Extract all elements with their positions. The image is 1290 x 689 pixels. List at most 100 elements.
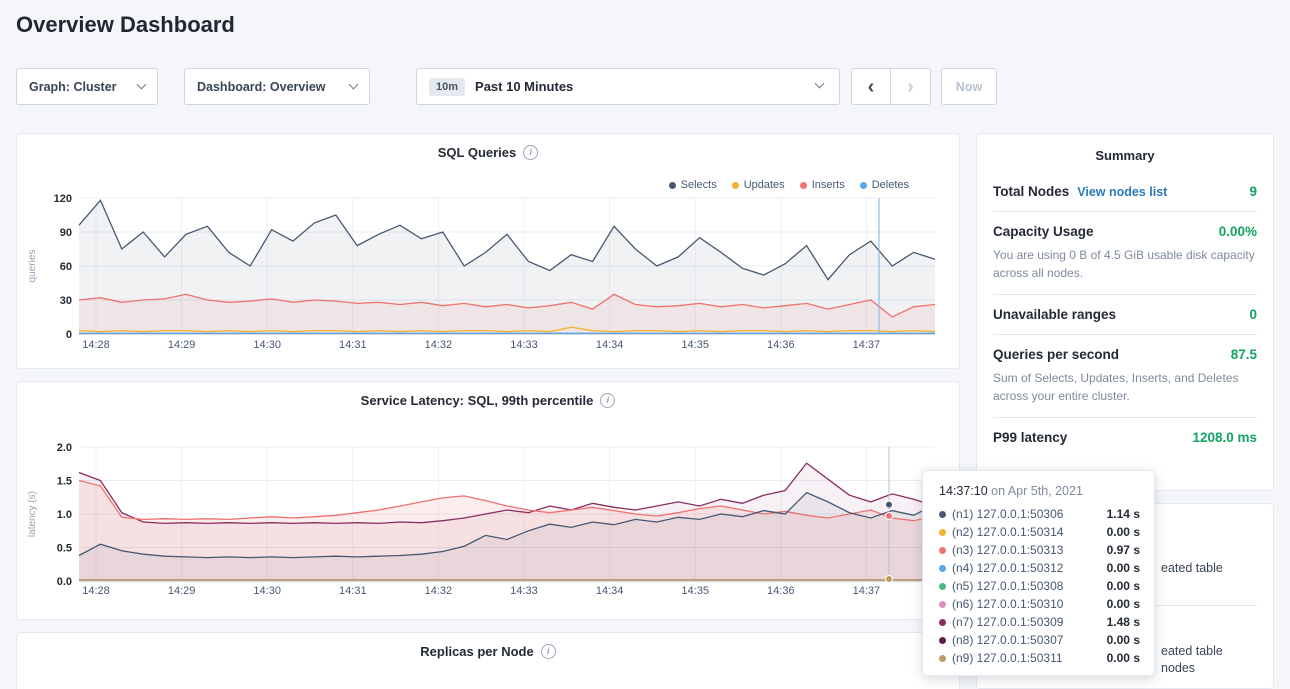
now-button[interactable]: Now (941, 68, 997, 105)
sql-queries-chart-card: SQL Queries i Selects Updates Inserts Delet… (16, 133, 960, 369)
tooltip-rows: (n1) 127.0.0.1:50306 1.14 s (n2) 127.0.0… (923, 505, 1154, 667)
legend-item-deletes[interactable]: Deletes (860, 179, 909, 191)
info-icon[interactable]: i (523, 145, 538, 160)
time-range-label: Past 10 Minutes (475, 79, 573, 94)
chart-title: Service Latency: SQL, 99th percentile (361, 393, 594, 408)
legend-item-inserts[interactable]: Inserts (800, 179, 845, 191)
tooltip-node-value: 0.00 s (1107, 561, 1140, 575)
svg-text:14:31: 14:31 (339, 585, 367, 597)
chevron-down-icon (815, 79, 825, 89)
graph-dropdown[interactable]: Graph: Cluster (16, 68, 158, 105)
tooltip-node-row: (n2) 127.0.0.1:50314 0.00 s (923, 523, 1154, 541)
time-next-button[interactable]: › (891, 68, 931, 105)
svg-text:14:33: 14:33 (510, 585, 538, 597)
service-latency-chart[interactable]: 14:2814:2914:3014:3114:3214:3314:3414:35… (17, 382, 961, 621)
tooltip-node-label: (n3) 127.0.0.1:50313 (952, 543, 1063, 557)
tooltip-node-label: (n4) 127.0.0.1:50312 (952, 561, 1063, 575)
tooltip-node-label: (n8) 127.0.0.1:50307 (952, 633, 1063, 647)
tooltip-node-label: (n7) 127.0.0.1:50309 (952, 615, 1063, 629)
tooltip-node-row: (n4) 127.0.0.1:50312 0.00 s (923, 559, 1154, 577)
overview-dashboard-page: Overview Dashboard Graph: Cluster Dashbo… (0, 0, 1290, 689)
svg-text:14:37: 14:37 (853, 585, 881, 597)
summary-desc: You are using 0 B of 4.5 GiB usable disk… (993, 246, 1257, 282)
svg-text:30: 30 (60, 295, 72, 307)
svg-text:14:36: 14:36 (767, 339, 795, 351)
legend-label: Deletes (872, 179, 909, 191)
time-pager: ‹ › (851, 68, 931, 105)
node-color-dot-icon (939, 529, 946, 536)
svg-text:0: 0 (66, 329, 72, 341)
legend-dot-icon (860, 182, 867, 189)
chevron-left-icon: ‹ (868, 76, 875, 98)
event-item-text: nodes (1161, 661, 1195, 675)
svg-text:0.5: 0.5 (57, 543, 72, 555)
svg-text:queries: queries (27, 250, 38, 283)
node-color-dot-icon (939, 511, 946, 518)
legend-dot-icon (732, 182, 739, 189)
summary-label: P99 latency (993, 430, 1067, 445)
summary-label: Capacity Usage (993, 224, 1094, 239)
summary-label: Unavailable ranges (993, 307, 1116, 322)
svg-text:60: 60 (60, 261, 72, 273)
dashboard-dropdown[interactable]: Dashboard: Overview (184, 68, 370, 105)
info-icon[interactable]: i (600, 393, 615, 408)
svg-text:14:28: 14:28 (82, 339, 110, 351)
legend-dot-icon (800, 182, 807, 189)
tooltip-node-value: 0.00 s (1107, 597, 1140, 611)
chart-title-row: SQL Queries i (17, 145, 959, 160)
summary-desc: Sum of Selects, Updates, Inserts, and De… (993, 369, 1257, 405)
tooltip-node-row: (n3) 127.0.0.1:50313 0.97 s (923, 541, 1154, 559)
legend-item-updates[interactable]: Updates (732, 179, 785, 191)
summary-row: Queries per second 87.5 Sum of Selects, … (993, 335, 1257, 418)
svg-text:120: 120 (54, 193, 72, 205)
chevron-right-icon: › (907, 76, 914, 98)
summary-panel: Summary Total Nodes View nodes list 9 Ca… (976, 133, 1274, 491)
tooltip-node-value: 0.00 s (1107, 651, 1140, 665)
chart-hover-tooltip: 14:37:10 on Apr 5th, 2021 (n1) 127.0.0.1… (922, 470, 1155, 676)
tooltip-node-row: (n9) 127.0.0.1:50311 0.00 s (923, 649, 1154, 667)
view-nodes-link[interactable]: View nodes list (1077, 185, 1167, 199)
tooltip-date: on Apr 5th, 2021 (991, 484, 1083, 498)
node-color-dot-icon (939, 637, 946, 644)
tooltip-node-row: (n8) 127.0.0.1:50307 0.00 s (923, 631, 1154, 649)
sql-queries-chart[interactable]: 14:2814:2914:3014:3114:3214:3314:3414:35… (17, 134, 961, 370)
tooltip-node-label: (n1) 127.0.0.1:50306 (952, 507, 1063, 521)
svg-text:14:37: 14:37 (853, 339, 881, 351)
replicas-chart-card: Replicas per Node i (16, 632, 960, 689)
event-item-text: eated table (1161, 561, 1223, 575)
chart-title-row: Service Latency: SQL, 99th percentile i (17, 393, 959, 408)
time-prev-button[interactable]: ‹ (851, 68, 891, 105)
time-range-dropdown[interactable]: 10m Past 10 Minutes (416, 68, 840, 105)
node-color-dot-icon (939, 583, 946, 590)
legend-item-selects[interactable]: Selects (669, 179, 717, 191)
tooltip-node-row: (n6) 127.0.0.1:50310 0.00 s (923, 595, 1154, 613)
summary-value: 0.00% (1219, 224, 1257, 239)
graph-dropdown-label: Graph: Cluster (29, 80, 117, 94)
summary-row: Capacity Usage 0.00% You are using 0 B o… (993, 212, 1257, 295)
node-color-dot-icon (939, 547, 946, 554)
svg-text:14:30: 14:30 (253, 585, 281, 597)
page-title: Overview Dashboard (16, 12, 235, 38)
summary-label: Queries per second (993, 347, 1119, 362)
info-icon[interactable]: i (541, 644, 556, 659)
chart-title: SQL Queries (438, 145, 517, 160)
svg-text:14:29: 14:29 (168, 339, 196, 351)
summary-value: 9 (1249, 184, 1257, 199)
sql-legend: Selects Updates Inserts Deletes (669, 179, 909, 191)
svg-text:14:34: 14:34 (596, 585, 624, 597)
svg-text:14:32: 14:32 (425, 585, 453, 597)
chart-title: Replicas per Node (420, 644, 533, 659)
chart-title-row: Replicas per Node i (17, 644, 959, 659)
svg-text:1.0: 1.0 (57, 509, 72, 521)
tooltip-node-label: (n2) 127.0.0.1:50314 (952, 525, 1063, 539)
summary-value: 87.5 (1231, 347, 1257, 362)
chevron-down-icon (349, 80, 359, 90)
summary-rows: Total Nodes View nodes list 9 Capacity U… (977, 172, 1273, 457)
summary-label: Total Nodes (993, 184, 1069, 199)
summary-row: P99 latency 1208.0 ms (993, 418, 1257, 457)
svg-text:14:34: 14:34 (596, 339, 624, 351)
legend-label: Selects (681, 179, 717, 191)
svg-text:2.0: 2.0 (57, 442, 72, 454)
node-color-dot-icon (939, 655, 946, 662)
svg-text:14:33: 14:33 (510, 339, 538, 351)
